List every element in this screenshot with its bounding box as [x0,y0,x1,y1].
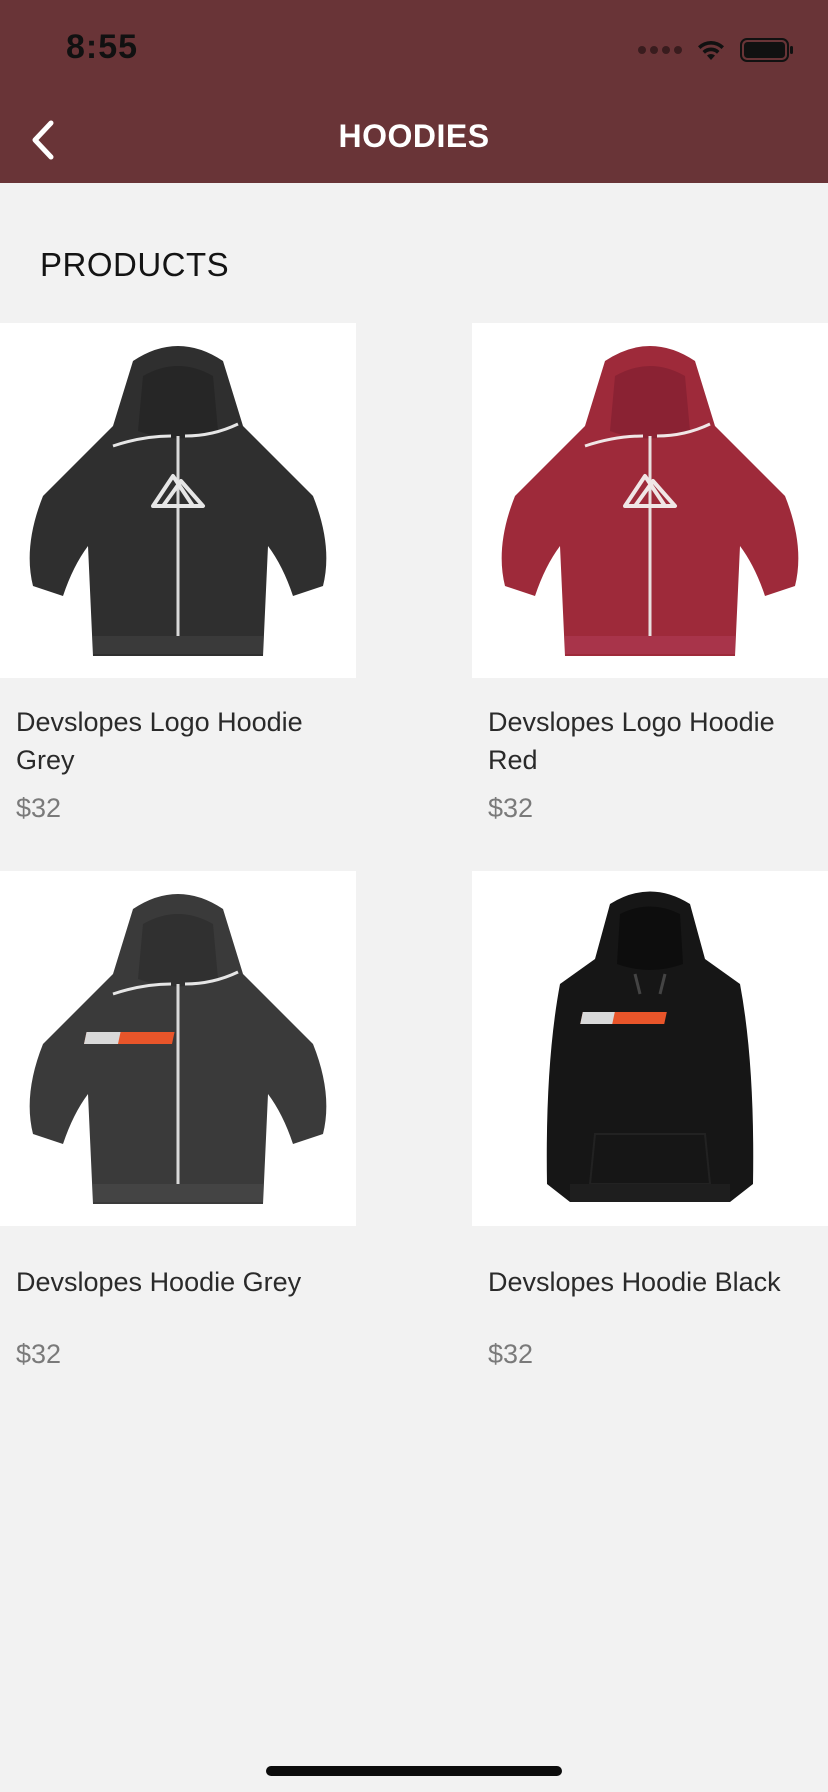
battery-icon [740,38,793,62]
signal-dots-icon [638,46,682,54]
product-image [472,323,828,678]
screen: 8:55 HOODIES PRODUCTS Devslopes Logo Hoo… [0,0,828,1792]
status-icons [638,34,794,66]
product-card[interactable]: Devslopes Hoodie Black $32 [472,871,828,1369]
page-title: HOODIES [338,118,490,154]
product-image [472,871,828,1226]
product-price: $32 [488,1339,534,1369]
product-card[interactable]: Devslopes Logo Hoodie Red $32 [472,323,828,823]
product-card[interactable]: Devslopes Hoodie Grey $32 [0,871,356,1369]
product-price: $32 [488,793,534,823]
product-name: Devslopes Logo Hoodie Grey [16,707,303,775]
product-price: $32 [16,1339,62,1369]
product-name: Devslopes Hoodie Black [488,1267,781,1297]
home-indicator[interactable] [266,1766,562,1776]
navigation-header: 8:55 HOODIES [0,0,828,183]
product-card[interactable]: Devslopes Logo Hoodie Grey $32 [0,323,356,823]
section-title: PRODUCTS [40,246,230,283]
status-time: 8:55 [66,28,139,66]
product-image [0,871,356,1226]
product-name: Devslopes Hoodie Grey [16,1267,302,1297]
product-price: $32 [16,793,62,823]
product-image [0,323,356,678]
wifi-icon [698,40,724,60]
product-name: Devslopes Logo Hoodie Red [488,707,775,775]
